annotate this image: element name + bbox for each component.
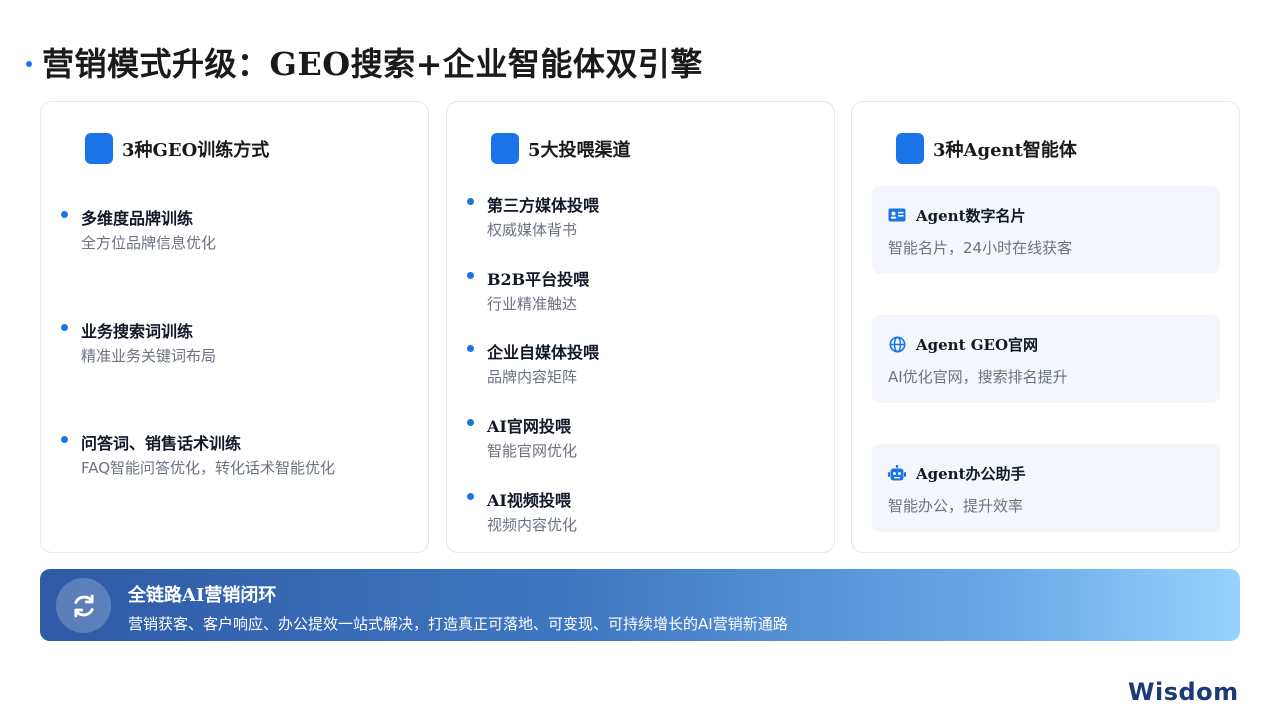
- bullet-icon: [61, 211, 68, 218]
- page-title-text: 营销模式升级：GEO搜索+企业智能体双引擎: [42, 45, 703, 83]
- summary-banner: 全链路AI营销闭环 营销获客、客户响应、办公提效一站式解决，打造真正可落地、可变…: [40, 569, 1240, 641]
- item-title: 业务搜索词训练: [81, 322, 194, 341]
- item-subtitle: 精准业务关键词布局: [81, 347, 217, 365]
- item-subtitle: 权威媒体背书: [487, 221, 578, 239]
- agent-subtitle: 智能办公，提升效率: [888, 497, 1024, 515]
- banner-title: 全链路AI营销闭环: [128, 585, 277, 606]
- bullet-icon: [467, 198, 474, 205]
- bullet-icon: [467, 419, 474, 426]
- agent-geo-website: Agent GEO官网 AI优化官网，搜索排名提升: [872, 315, 1220, 403]
- agent-title: Agent GEO官网: [916, 336, 1039, 354]
- agent-subtitle: AI优化官网，搜索排名提升: [888, 368, 1068, 386]
- item-subtitle: FAQ智能问答优化，转化话术智能优化: [81, 459, 336, 477]
- agent-title: Agent数字名片: [916, 207, 1026, 225]
- item-title: 企业自媒体投喂: [487, 343, 600, 362]
- agent-subtitle: 智能名片，24小时在线获客: [888, 239, 1073, 257]
- bullet-icon: [467, 493, 474, 500]
- card-heading: 3种GEO训练方式: [122, 139, 270, 161]
- item-subtitle: 行业精准触达: [487, 295, 578, 313]
- card-heading: 3种Agent智能体: [933, 139, 1077, 161]
- agent-office-assistant: Agent办公助手 智能办公，提升效率: [872, 444, 1220, 532]
- card-header: 3种Agent智能体: [896, 133, 1077, 164]
- item-title: 第三方媒体投喂: [487, 196, 600, 215]
- bullet-icon: [61, 324, 68, 331]
- bullet-icon: [467, 272, 474, 279]
- banner-subtitle: 营销获客、客户响应、办公提效一站式解决，打造真正可落地、可变现、可持续增长的AI…: [128, 615, 788, 633]
- item-title: AI视频投喂: [487, 491, 571, 510]
- item-title: B2B平台投喂: [487, 270, 590, 289]
- card-heading: 5大投喂渠道: [528, 139, 631, 161]
- wisdom-logo: Wisdom: [1128, 678, 1239, 706]
- header-square-icon: [896, 133, 924, 164]
- card-header: 5大投喂渠道: [491, 133, 631, 164]
- item-title: 问答词、销售话术训练: [81, 434, 242, 453]
- page-title: 营销模式升级：GEO搜索+企业智能体双引擎: [26, 40, 703, 84]
- bullet-icon: [61, 436, 68, 443]
- item-title: 多维度品牌训练: [81, 209, 194, 228]
- refresh-icon: [56, 578, 111, 633]
- card-header: 3种GEO训练方式: [85, 133, 269, 164]
- item-title: AI官网投喂: [487, 417, 571, 436]
- card-feeding-channels: 5大投喂渠道 第三方媒体投喂 权威媒体背书 B2B平台投喂 行业精准触达 企业自…: [446, 101, 835, 553]
- item-subtitle: 智能官网优化: [487, 442, 578, 460]
- title-bullet: [26, 61, 32, 67]
- card-agents: 3种Agent智能体 Agent数字名片 智能名片，24小时在线获客 Agent…: [851, 101, 1240, 553]
- bullet-icon: [467, 345, 474, 352]
- agent-digital-card: Agent数字名片 智能名片，24小时在线获客: [872, 186, 1220, 274]
- header-square-icon: [85, 133, 113, 164]
- header-square-icon: [491, 133, 519, 164]
- globe-icon: [888, 335, 906, 353]
- agent-title: Agent办公助手: [916, 465, 1026, 483]
- item-subtitle: 全方位品牌信息优化: [81, 234, 217, 252]
- id-card-icon: [888, 206, 906, 224]
- robot-icon: [888, 464, 906, 482]
- card-geo-training: 3种GEO训练方式 多维度品牌训练 全方位品牌信息优化 业务搜索词训练 精准业务…: [40, 101, 429, 553]
- item-subtitle: 品牌内容矩阵: [487, 368, 578, 386]
- item-subtitle: 视频内容优化: [487, 516, 578, 534]
